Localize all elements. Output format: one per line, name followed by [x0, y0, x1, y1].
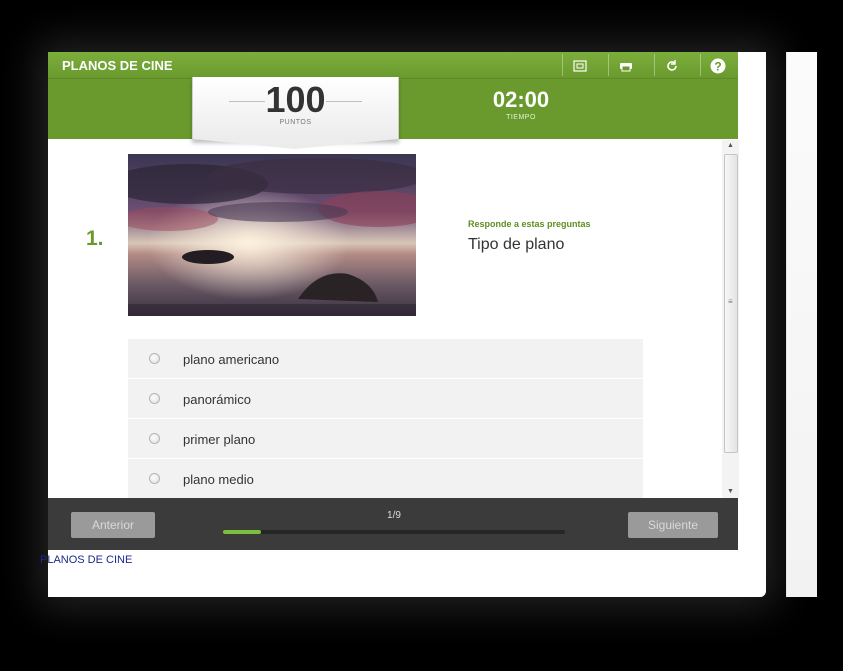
question-prompt: Responde a estas preguntas	[468, 219, 591, 229]
progress-track	[223, 530, 565, 534]
footer-title-link[interactable]: PLANOS DE CINE	[40, 554, 132, 566]
title-bar: PLANOS DE CINE ?	[48, 52, 738, 79]
app-title: PLANOS DE CINE	[62, 58, 173, 73]
reload-icon	[665, 57, 679, 73]
print-button[interactable]	[608, 54, 643, 76]
help-button[interactable]: ?	[700, 54, 735, 76]
fullscreen-icon	[573, 57, 587, 73]
svg-text:?: ?	[714, 60, 721, 74]
radio-button[interactable]	[149, 353, 160, 364]
question-image	[128, 154, 416, 316]
quiz-window: PLANOS DE CINE ? 100 PUNTOS 02:00 TIEMPO…	[40, 52, 817, 597]
answer-option[interactable]: primer plano	[128, 419, 643, 458]
navigation-bar: Anterior 1/9 Siguiente	[48, 498, 738, 550]
reload-button[interactable]	[654, 54, 689, 76]
score-value: 100	[265, 79, 326, 120]
answer-option[interactable]: panorámico	[128, 379, 643, 418]
fullscreen-button[interactable]	[562, 54, 597, 76]
next-button[interactable]: Siguiente	[628, 512, 718, 538]
scrollbar-thumb[interactable]: ≡	[724, 154, 738, 453]
radio-button[interactable]	[149, 433, 160, 444]
previous-button[interactable]: Anterior	[71, 512, 155, 538]
timer-value: 02:00	[492, 87, 550, 112]
score-card: 100 PUNTOS	[192, 77, 399, 149]
window-edge	[786, 52, 817, 597]
answer-option-label: plano americano	[183, 352, 280, 367]
vertical-scrollbar[interactable]: ▲ ≡ ▼	[722, 140, 739, 498]
scroll-up-icon[interactable]: ▲	[722, 140, 739, 152]
answer-option-label: panorámico	[183, 392, 251, 407]
header-bar: PLANOS DE CINE ? 100 PUNTOS 02:00 TIEMPO	[48, 52, 738, 149]
answer-options: plano americano panorámico primer plano …	[128, 339, 643, 499]
radio-button[interactable]	[149, 393, 160, 404]
scroll-down-icon[interactable]: ▼	[722, 486, 739, 498]
question-text: Tipo de plano	[468, 236, 565, 253]
question-number: 1.	[86, 227, 104, 250]
answer-option[interactable]: plano americano	[128, 339, 643, 378]
answer-option-label: primer plano	[183, 432, 256, 447]
score-label: PUNTOS	[279, 119, 312, 126]
radio-button[interactable]	[149, 473, 160, 484]
timer-label: TIEMPO	[506, 114, 536, 121]
answer-option[interactable]: plano medio	[128, 459, 643, 498]
progress-fill	[223, 530, 261, 534]
answer-option-label: plano medio	[183, 472, 254, 487]
grip-icon: ≡	[728, 297, 733, 306]
progress-counter: 1/9	[387, 510, 401, 521]
help-icon: ?	[710, 57, 726, 74]
print-icon	[619, 57, 633, 73]
